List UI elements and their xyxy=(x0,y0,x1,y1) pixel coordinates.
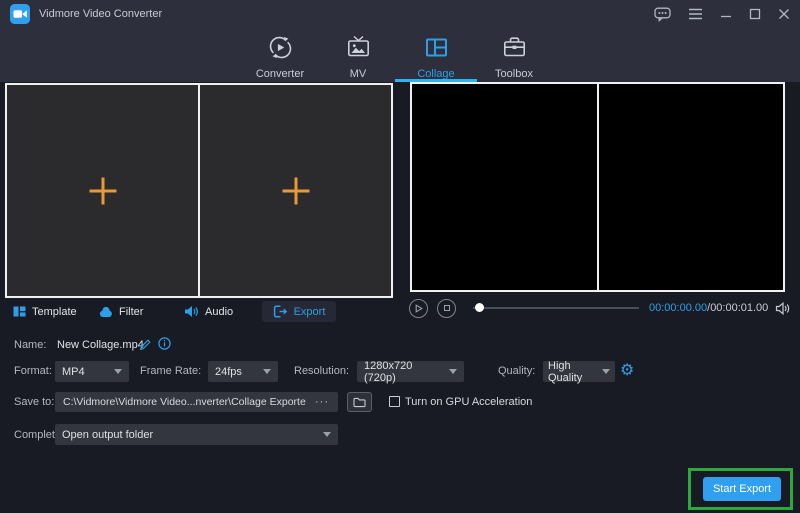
resolution-label: Resolution: xyxy=(294,365,349,377)
tab-export[interactable]: Export xyxy=(262,301,336,322)
tab-filter[interactable]: Filter xyxy=(99,301,143,322)
format-label: Format: xyxy=(14,365,52,377)
save-path-field[interactable]: C:\Vidmore\Vidmore Video...nverter\Colla… xyxy=(55,392,338,412)
quality-select[interactable]: High Quality xyxy=(543,361,615,382)
filter-icon xyxy=(99,306,113,318)
gpu-acceleration-checkbox[interactable] xyxy=(389,396,400,407)
info-icon[interactable] xyxy=(158,337,171,350)
caret-down-icon xyxy=(449,369,457,374)
frame-rate-label: Frame Rate: xyxy=(140,365,201,377)
tab-template[interactable]: Template xyxy=(13,301,77,322)
seek-handle[interactable] xyxy=(475,303,484,312)
tab-template-label: Template xyxy=(32,306,77,318)
audio-icon xyxy=(184,305,199,318)
converter-icon xyxy=(267,34,294,66)
maximize-icon[interactable] xyxy=(749,8,761,20)
collage-slot-2[interactable] xyxy=(200,85,391,296)
gpu-acceleration-label: Turn on GPU Acceleration xyxy=(405,396,532,408)
seek-slider[interactable] xyxy=(473,299,639,318)
current-time: 00:00:00.00 xyxy=(649,302,707,314)
caret-down-icon xyxy=(602,369,610,374)
tab-mv-label: MV xyxy=(350,68,367,80)
tab-toolbox[interactable]: Toolbox xyxy=(478,28,550,82)
caret-down-icon xyxy=(323,432,331,437)
save-to-label: Save to: xyxy=(14,396,54,408)
frame-rate-select[interactable]: 24fps xyxy=(208,361,278,382)
preview-pane-2 xyxy=(599,84,784,290)
tab-collage-label: Collage xyxy=(417,68,454,80)
total-time: 00:00:01.00 xyxy=(710,302,768,314)
frame-rate-value: 24fps xyxy=(215,366,242,378)
minimize-icon[interactable] xyxy=(720,8,732,20)
caret-down-icon xyxy=(263,369,271,374)
tab-collage[interactable]: Collage xyxy=(400,28,472,82)
collage-slot-1[interactable] xyxy=(7,85,200,296)
toolbox-icon xyxy=(501,34,528,66)
app-title: Vidmore Video Converter xyxy=(39,8,162,20)
volume-icon[interactable] xyxy=(775,302,791,315)
titlebar: Vidmore Video Converter xyxy=(0,0,800,28)
browse-button[interactable]: ··· xyxy=(306,396,338,408)
format-value: MP4 xyxy=(62,366,85,378)
add-media-plus-icon xyxy=(282,177,309,204)
quality-value: High Quality xyxy=(548,360,599,384)
settings-gear-icon[interactable]: ⚙ xyxy=(620,362,634,378)
menu-icon[interactable] xyxy=(688,8,703,20)
tab-toolbox-label: Toolbox xyxy=(495,68,533,80)
tab-filter-label: Filter xyxy=(119,306,143,318)
playback-bar: 00:00:00.00/00:00:01.00 xyxy=(409,298,791,318)
tab-export-label: Export xyxy=(294,306,326,318)
collage-editor xyxy=(5,83,393,298)
template-icon xyxy=(13,305,26,318)
start-export-button[interactable]: Start Export xyxy=(703,477,781,501)
time-display: 00:00:00.00/00:00:01.00 xyxy=(649,302,768,314)
preview-pane-1 xyxy=(412,84,599,290)
tab-mv[interactable]: MV xyxy=(322,28,394,82)
complete-value: Open output folder xyxy=(62,429,153,441)
play-button[interactable] xyxy=(409,299,428,318)
tab-audio-label: Audio xyxy=(205,306,233,318)
main-nav: Converter MV xyxy=(0,28,800,82)
resolution-select[interactable]: 1280x720 (720p) xyxy=(357,361,464,382)
gear-glyph: ⚙ xyxy=(620,362,634,378)
collage-icon xyxy=(423,34,450,66)
stop-square-icon xyxy=(444,305,450,311)
add-media-plus-icon xyxy=(89,177,116,204)
tab-converter[interactable]: Converter xyxy=(244,28,316,82)
tab-converter-label: Converter xyxy=(256,68,304,80)
format-select[interactable]: MP4 xyxy=(55,361,129,382)
seek-track xyxy=(473,307,639,309)
save-path-value: C:\Vidmore\Vidmore Video...nverter\Colla… xyxy=(55,396,306,408)
mv-icon xyxy=(345,34,372,66)
quality-label: Quality: xyxy=(498,365,535,377)
window-controls xyxy=(654,0,790,28)
video-preview xyxy=(410,82,785,292)
complete-select[interactable]: Open output folder xyxy=(55,424,338,445)
stop-button[interactable] xyxy=(437,299,456,318)
edit-name-icon[interactable] xyxy=(139,338,152,351)
feedback-icon[interactable] xyxy=(654,6,671,22)
app-logo-icon xyxy=(10,4,30,24)
resolution-value: 1280x720 (720p) xyxy=(364,360,443,384)
name-label: Name: xyxy=(14,339,46,351)
export-icon xyxy=(273,305,288,318)
close-icon[interactable] xyxy=(778,8,790,20)
tab-audio[interactable]: Audio xyxy=(184,301,233,322)
caret-down-icon xyxy=(114,369,122,374)
main-nav-tabs: Converter MV xyxy=(244,28,556,82)
app-window: Vidmore Video Converter xyxy=(0,0,800,513)
name-value: New Collage.mp4 xyxy=(57,339,144,351)
open-folder-button[interactable] xyxy=(347,392,372,412)
